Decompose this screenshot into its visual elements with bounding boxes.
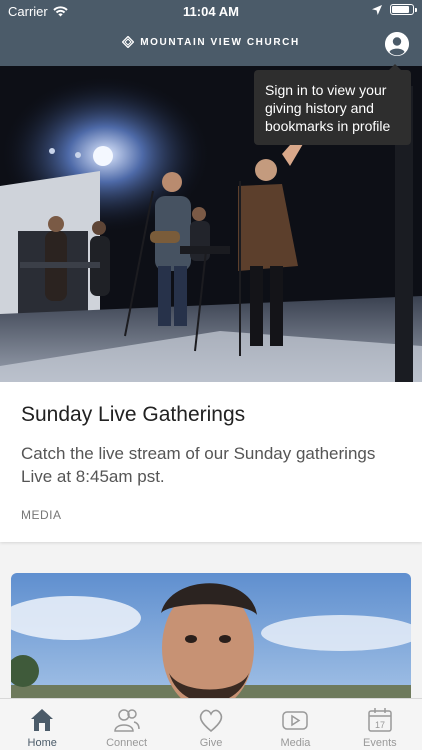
brand-header: MOUNTAIN VIEW CHURCH [0,36,422,48]
tab-bar: Home Connect Give Media 17 Events [0,698,422,750]
status-time: 11:04 AM [183,4,239,19]
feed-card[interactable] [11,573,411,698]
tooltip-text: Sign in to view your giving history and … [265,82,391,134]
tab-give[interactable]: Give [169,699,253,750]
tab-label: Give [199,737,223,749]
card-description: Catch the live stream of our Sunday gath… [21,444,376,486]
card-title: Sunday Live Gatherings [21,403,246,426]
sign-in-tooltip[interactable]: Sign in to view your giving history and … [254,64,411,145]
top-bar: Carrier 11:04 AM MOUNTAIN VIEW CHURCH [0,0,422,66]
tab-home[interactable]: Home [0,699,84,750]
location-arrow-icon [372,4,382,15]
tab-media[interactable]: Media [253,699,337,750]
tab-label: Events [363,737,397,749]
tab-label: Media [280,737,311,749]
heart-icon [199,709,223,733]
content-feed[interactable]: Sunday Live Gatherings Catch the live st… [0,66,422,698]
profile-icon [385,32,409,56]
calendar-date: 17 [375,720,385,730]
brand-title: MOUNTAIN VIEW CHURCH [140,36,300,48]
tab-label: Connect [106,737,148,749]
tab-events[interactable]: 17 Events [338,699,422,750]
battery-icon [390,4,417,15]
play-icon [282,711,309,730]
status-bar: Carrier 11:04 AM [0,0,422,22]
home-icon [31,709,54,731]
church-logo-icon [122,36,135,48]
tab-label: Home [27,737,57,749]
calendar-icon: 17 [368,708,392,732]
people-icon [113,709,140,732]
tab-connect[interactable]: Connect [84,699,168,750]
card-category-label: MEDIA [21,508,62,522]
profile-button[interactable] [385,32,409,56]
pastor-selfie-image [11,573,411,698]
